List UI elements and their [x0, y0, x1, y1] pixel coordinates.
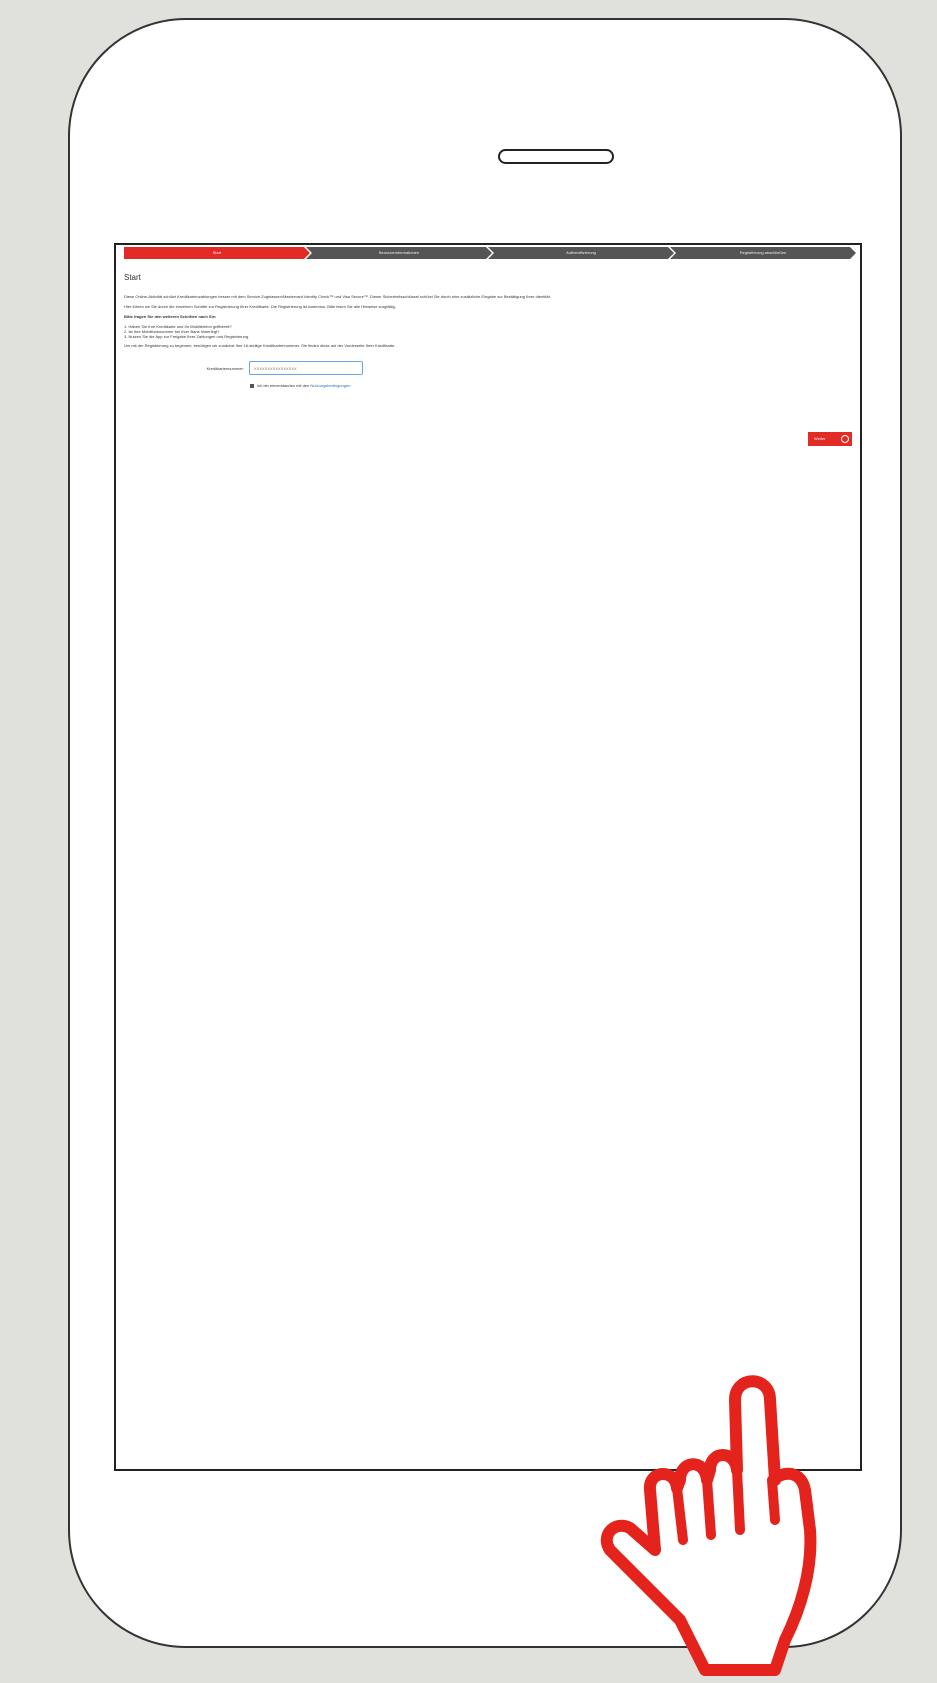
- step-authentication: Authentifizierung: [488, 247, 674, 259]
- main-content: Start Diese Online-Aktivität schützt Kre…: [124, 273, 852, 391]
- terms-row: Ich bin einverstanden mit den Nutzungsbe…: [124, 381, 852, 391]
- checklist-item: 3. Nutzen Sie die App zur Freigabe Ihrer…: [124, 334, 250, 339]
- checklist-title: Bitte fragen Sie den weiteren Schritten …: [124, 314, 217, 319]
- step-start: Start: [124, 247, 310, 259]
- intro-paragraph-1: Diese Online-Aktivität schützt Kreditkar…: [124, 294, 551, 299]
- card-number-label: Kreditkartennummer:: [206, 366, 244, 371]
- arrow-right-icon: [841, 435, 849, 443]
- phone-screen: Start Benutzerinformationen Authentifizi…: [114, 243, 862, 1471]
- intro-paragraph-3: Um mit der Registrierung zu beginnen, be…: [124, 343, 396, 348]
- step-user-info: Benutzerinformationen: [306, 247, 492, 259]
- intro-paragraph-2: Hier führen wir Sie durch die einzelnen …: [124, 304, 396, 309]
- pointing-hand-icon: [600, 1375, 817, 1676]
- card-number-input[interactable]: [249, 361, 363, 375]
- step-complete: Registrierung abschließen: [670, 247, 856, 259]
- checklist: 1. Haben Sie Ihre Kreditkarte und Ihr Mo…: [124, 324, 852, 339]
- page-title: Start: [124, 273, 141, 282]
- terms-checkbox[interactable]: [250, 384, 254, 388]
- next-button[interactable]: Weiter: [808, 432, 852, 446]
- wizard-steps: Start Benutzerinformationen Authentifizi…: [124, 247, 852, 259]
- card-number-row: Kreditkartennummer:: [124, 361, 852, 377]
- terms-link[interactable]: Nutzungsbedingungen: [310, 383, 350, 388]
- next-button-label: Weiter: [814, 436, 826, 441]
- terms-text: Ich bin einverstanden mit den Nutzungsbe…: [257, 383, 351, 388]
- speaker-slot: [498, 149, 614, 164]
